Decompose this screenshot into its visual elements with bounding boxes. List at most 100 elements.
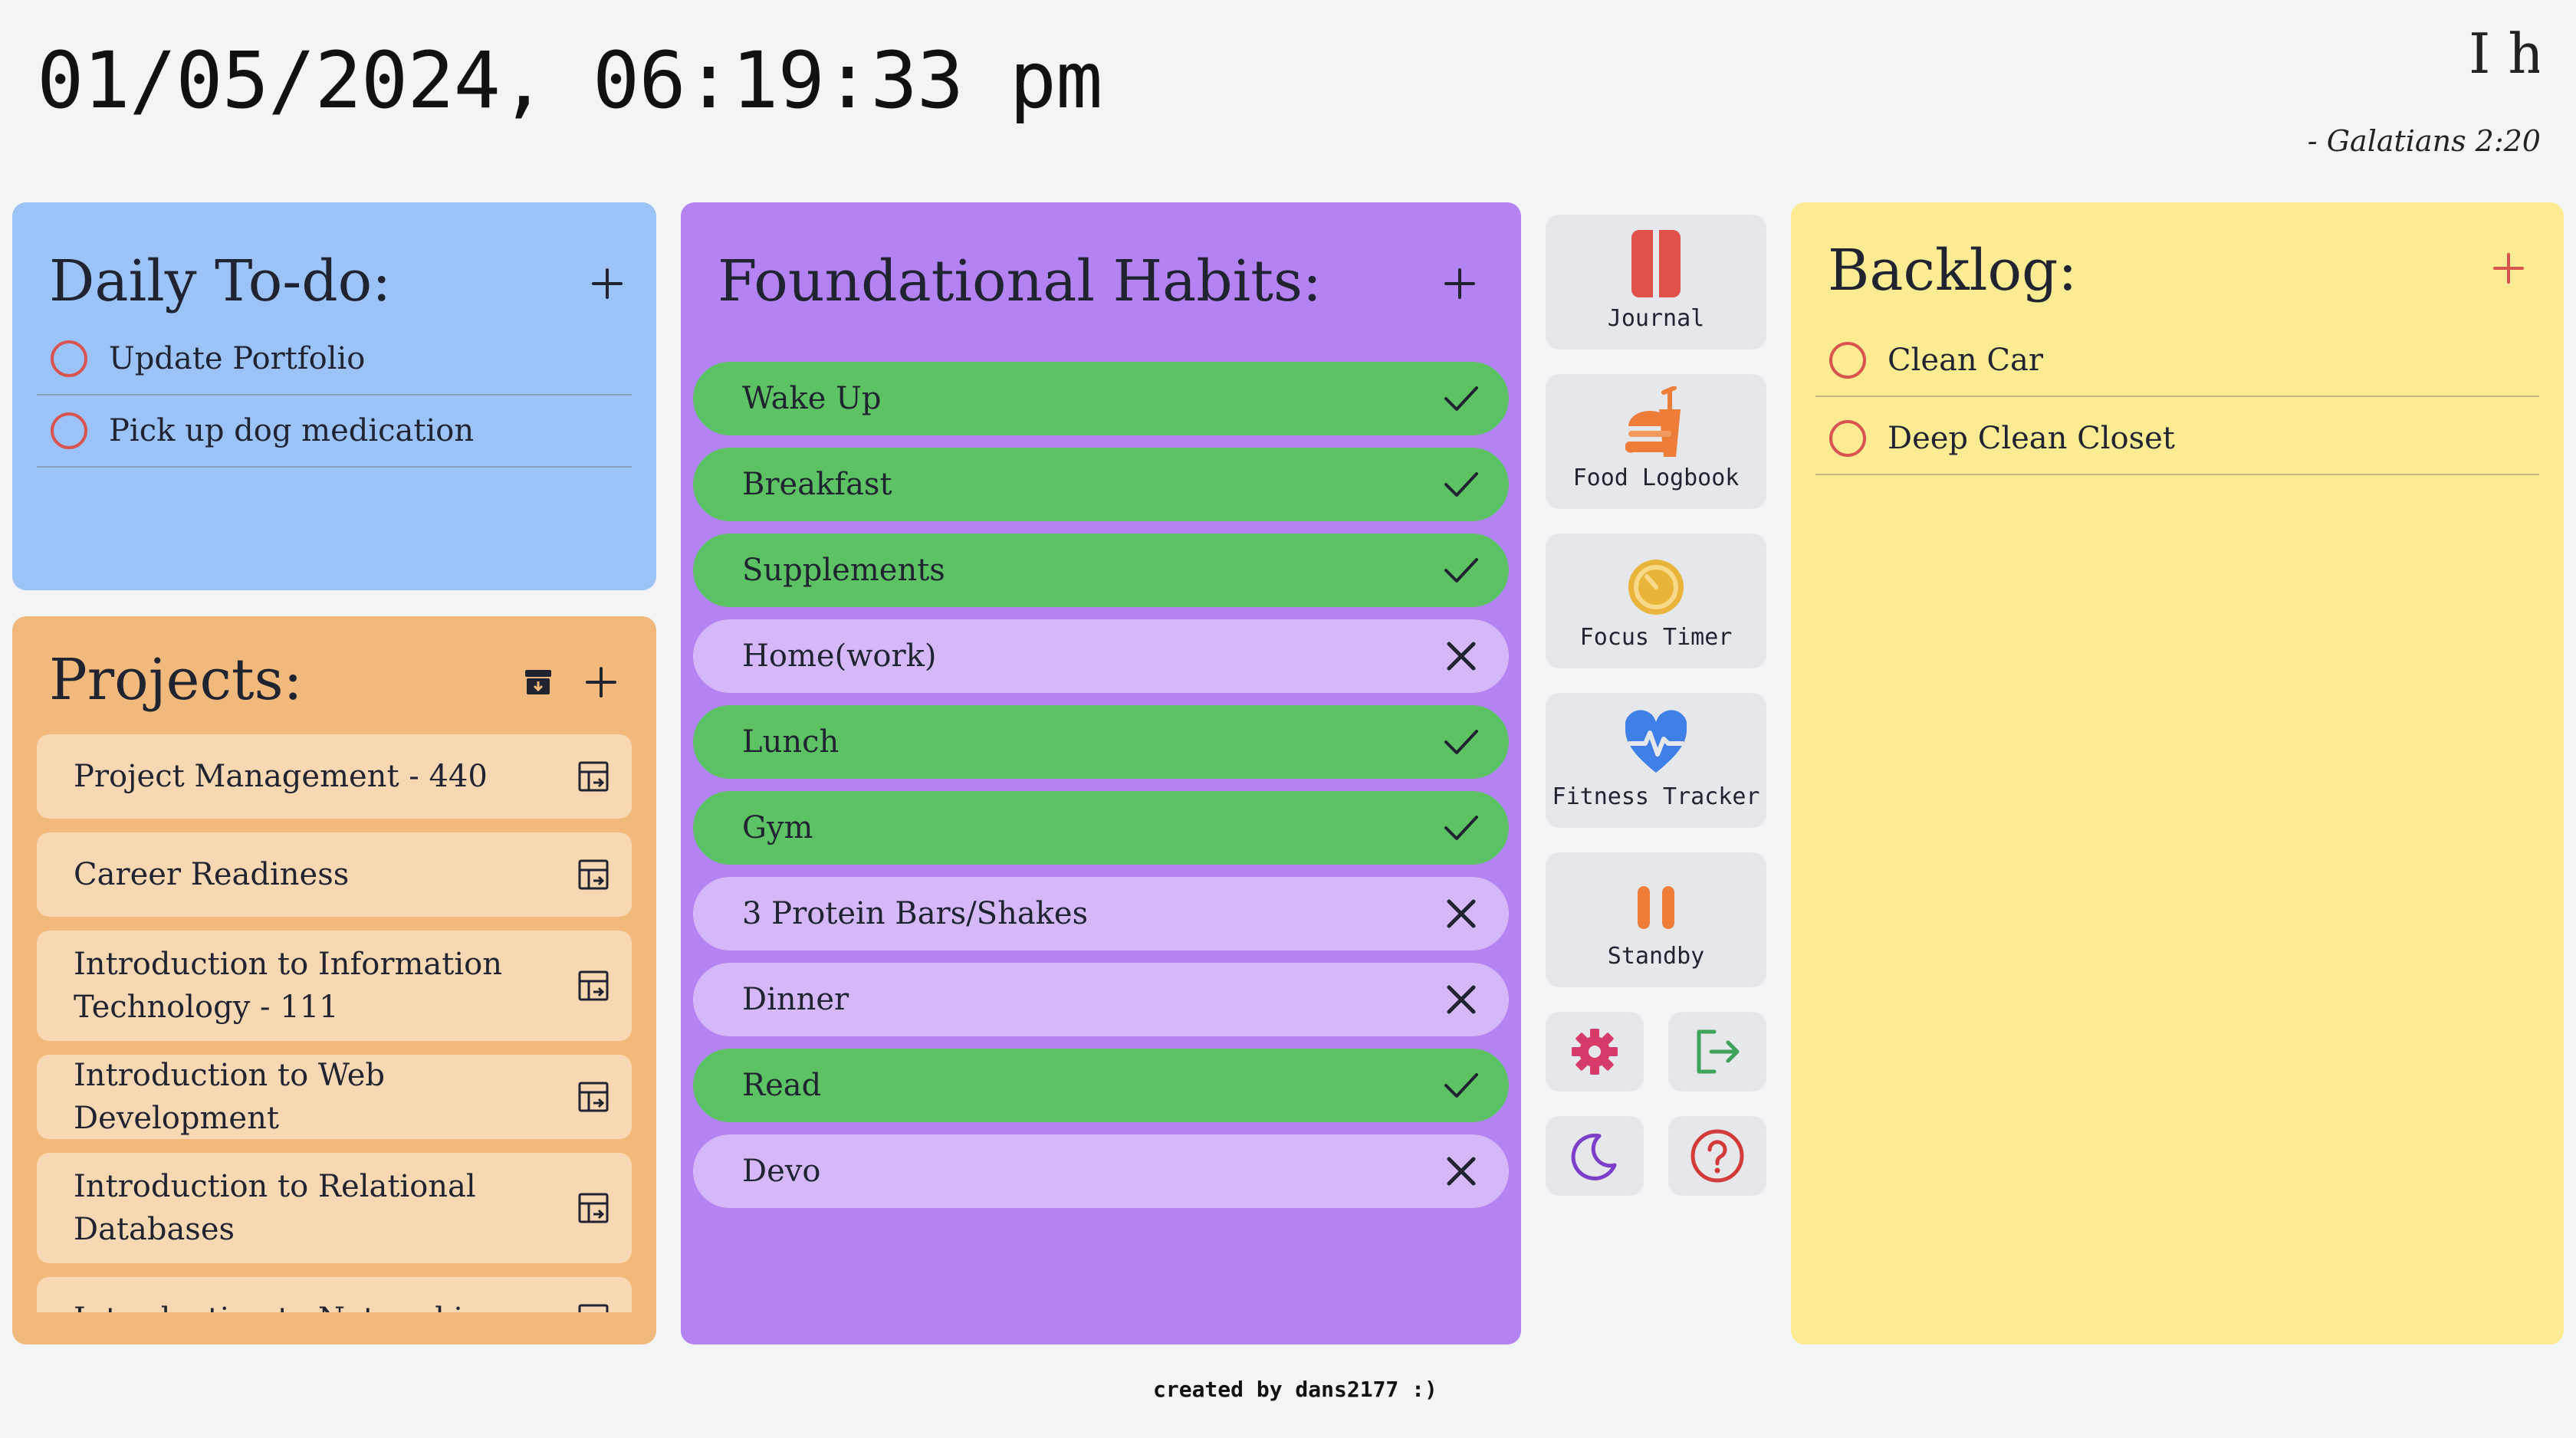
add-habit-button[interactable] — [1432, 256, 1487, 311]
projects-title: Projects: — [49, 647, 303, 713]
journal-icon — [1631, 230, 1681, 297]
todo-item[interactable]: Pick up dog medication — [37, 396, 632, 468]
open-project-icon[interactable] — [577, 858, 610, 891]
x-icon[interactable] — [1441, 980, 1481, 1019]
project-label: Introduction to Relational Databases — [74, 1169, 476, 1247]
backlog-item[interactable]: Clean Car — [1815, 325, 2539, 397]
verse-text: I h — [2469, 21, 2539, 86]
checkmark-icon[interactable] — [1441, 550, 1481, 590]
open-project-icon[interactable] — [577, 969, 610, 1003]
checkbox-circle[interactable] — [51, 412, 87, 449]
backlog-title: Backlog: — [1828, 238, 2078, 304]
food-logbook-button[interactable]: Food Logbook — [1546, 374, 1766, 509]
checkmark-icon[interactable] — [1441, 379, 1481, 419]
backlog-panel: Backlog: Clean Car Deep Clean Closet — [1791, 202, 2564, 1344]
checkmark-icon[interactable] — [1441, 722, 1481, 762]
habit-item[interactable]: Breakfast — [693, 448, 1509, 521]
focus-timer-button[interactable]: Focus Timer — [1546, 534, 1766, 668]
checkmark-icon[interactable] — [1441, 465, 1481, 504]
project-label: Introduction to Web Development — [74, 1058, 386, 1136]
habit-item[interactable]: Supplements — [693, 534, 1509, 607]
open-project-icon[interactable] — [577, 760, 610, 793]
checkbox-circle[interactable] — [1829, 342, 1866, 379]
open-project-icon[interactable] — [577, 1191, 610, 1225]
habit-label: 3 Protein Bars/Shakes — [742, 896, 1089, 931]
habit-label: Supplements — [742, 553, 945, 588]
verse-reference: - Galatians 2:20 — [2307, 124, 2541, 158]
open-project-icon[interactable] — [577, 1302, 610, 1312]
habit-item[interactable]: Home(work) — [693, 619, 1509, 693]
x-icon[interactable] — [1441, 894, 1481, 934]
habits-title: Foundational Habits: — [718, 248, 1322, 314]
gear-icon — [1572, 1029, 1618, 1075]
habit-item[interactable]: Gym — [693, 791, 1509, 865]
todo-item-label: Pick up dog medication — [109, 413, 475, 448]
journal-label: Journal — [1607, 305, 1705, 332]
project-item[interactable]: Introduction to Information Technology -… — [37, 931, 632, 1041]
project-item[interactable]: Project Management - 440 — [37, 734, 632, 819]
habit-label: Read — [742, 1068, 822, 1103]
logout-button[interactable] — [1668, 1012, 1766, 1092]
settings-button[interactable] — [1546, 1012, 1644, 1092]
date-time-clock: 01/05/2024, 06:19:33 pm — [37, 35, 1102, 126]
heart-pulse-icon — [1625, 710, 1687, 773]
pause-icon — [1638, 886, 1674, 929]
backlog-item-label: Deep Clean Closet — [1888, 421, 2175, 456]
standby-button[interactable]: Standby — [1546, 852, 1766, 987]
habit-item[interactable]: 3 Protein Bars/Shakes — [693, 877, 1509, 950]
help-button[interactable] — [1668, 1116, 1766, 1196]
todo-item[interactable]: Update Portfolio — [37, 323, 632, 396]
archive-projects-button[interactable] — [511, 655, 566, 710]
habit-label: Dinner — [742, 982, 849, 1017]
help-icon — [1691, 1129, 1744, 1183]
habit-item[interactable]: Devo — [693, 1134, 1509, 1208]
food-logbook-label: Food Logbook — [1572, 465, 1740, 491]
project-item[interactable]: Career Readiness — [37, 832, 632, 917]
fitness-tracker-label: Fitness Tracker — [1552, 783, 1760, 810]
project-item[interactable]: Introduction to Relational Databases — [37, 1153, 632, 1263]
backlog-item[interactable]: Deep Clean Closet — [1815, 403, 2539, 475]
habit-item[interactable]: Wake Up — [693, 362, 1509, 435]
x-icon[interactable] — [1441, 1151, 1481, 1191]
journal-button[interactable]: Journal — [1546, 215, 1766, 350]
habit-label: Lunch — [742, 724, 840, 760]
dark-mode-button[interactable] — [1546, 1116, 1644, 1196]
footer-credit: created by dans2177 :) — [1153, 1377, 1438, 1402]
focus-timer-label: Focus Timer — [1579, 624, 1733, 651]
checkmark-icon[interactable] — [1441, 808, 1481, 848]
habit-label: Gym — [742, 810, 813, 845]
backlog-item-label: Clean Car — [1888, 343, 2043, 378]
project-item[interactable]: Introduction to Web Development — [37, 1055, 632, 1139]
timer-icon — [1628, 560, 1684, 615]
projects-list[interactable]: Project Management - 440 Career Readines… — [37, 734, 632, 1312]
standby-label: Standby — [1607, 943, 1705, 970]
checkmark-icon[interactable] — [1441, 1065, 1481, 1105]
plus-icon — [586, 667, 616, 698]
habit-item[interactable]: Lunch — [693, 705, 1509, 779]
burger-icon — [1625, 386, 1681, 457]
plus-icon — [2493, 253, 2524, 284]
habit-item[interactable]: Dinner — [693, 963, 1509, 1036]
todo-item-label: Update Portfolio — [109, 341, 366, 376]
habit-label: Home(work) — [742, 639, 937, 674]
plus-icon — [592, 268, 623, 299]
todo-title: Daily To-do: — [49, 248, 392, 314]
habit-item[interactable]: Read — [693, 1049, 1509, 1122]
fitness-tracker-button[interactable]: Fitness Tracker — [1546, 693, 1766, 828]
moon-icon — [1571, 1133, 1617, 1180]
project-item[interactable]: Introduction to Networking — [37, 1277, 632, 1312]
projects-panel: Projects: Project Management - 440 Caree… — [12, 616, 656, 1344]
open-project-icon[interactable] — [577, 1080, 610, 1114]
x-icon[interactable] — [1441, 636, 1481, 676]
checkbox-circle[interactable] — [1829, 420, 1866, 457]
add-project-button[interactable] — [573, 655, 629, 710]
project-label: Introduction to Networking — [74, 1298, 549, 1312]
project-label: Introduction to Information Technology -… — [74, 947, 502, 1025]
habit-label: Wake Up — [742, 381, 882, 416]
foundational-habits-panel: Foundational Habits: Wake Up Breakfast Sup… — [681, 202, 1521, 1344]
habit-label: Devo — [742, 1154, 821, 1189]
checkbox-circle[interactable] — [51, 340, 87, 377]
daily-todo-panel: Daily To-do: Update Portfolio Pick up do… — [12, 202, 656, 590]
add-todo-button[interactable] — [580, 256, 635, 311]
add-backlog-button[interactable] — [2481, 241, 2536, 296]
